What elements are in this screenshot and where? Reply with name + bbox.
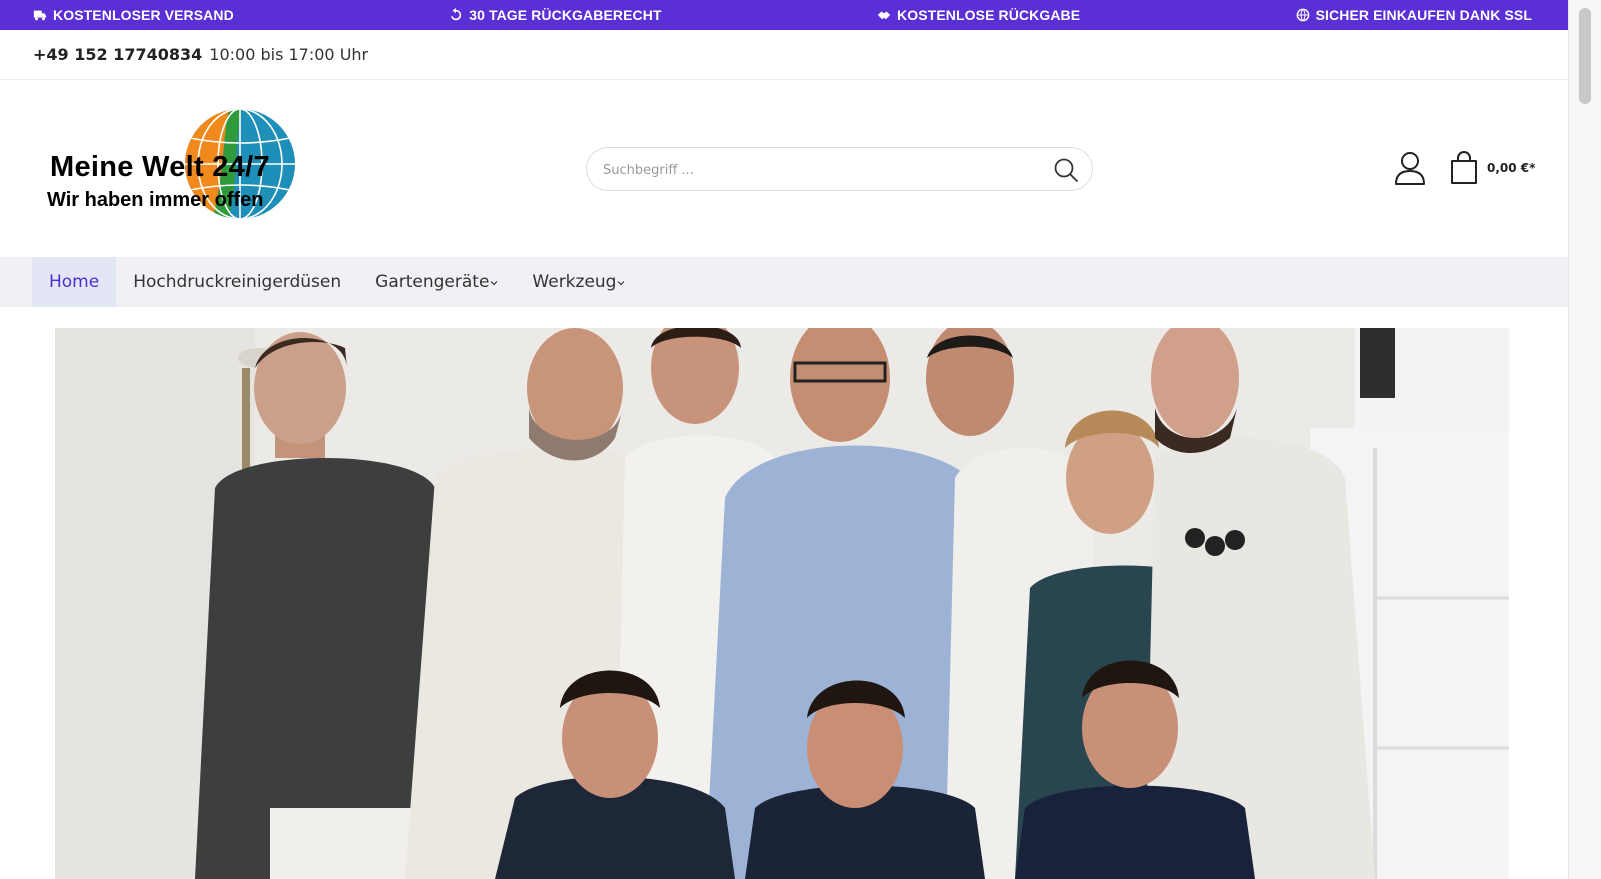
handshake-icon	[877, 11, 891, 20]
vertical-scrollbar[interactable]	[1568, 0, 1601, 879]
phone-number[interactable]: +49 152 17740834	[33, 45, 202, 64]
nav-item-label: Home	[49, 272, 100, 292]
chevron-down-icon	[618, 281, 625, 286]
logo-title: Meine Welt 24/7	[50, 151, 270, 183]
nav-item-hochdruckreinigerduesen[interactable]: Hochdruckreinigerdüsen	[116, 257, 358, 307]
undo-icon	[451, 8, 462, 21]
opening-hours: 10:00 bis 17:00 Uhr	[209, 45, 369, 64]
nav-item-label: Gartengeräte	[375, 272, 490, 292]
main-navigation: Home Hochdruckreinigerdüsen Gartengeräte…	[0, 257, 1568, 307]
logo[interactable]: Meine Welt 24/7 Wir haben immer offen	[45, 106, 305, 222]
cart-button[interactable]: 0,00 €*	[1449, 148, 1549, 188]
contact-bar: +49 152 17740834 10:00 bis 17:00 Uhr	[0, 30, 1568, 80]
nav-item-label: Hochdruckreinigerdüsen	[133, 272, 342, 292]
search-icon	[1054, 158, 1078, 182]
usp-bar: KOSTENLOSER VERSAND 30 TAGE RÜCKGABERECH…	[0, 0, 1568, 30]
nav-item-gartengeraete[interactable]: Gartengeräte	[358, 257, 515, 307]
cart-total: 0,00 €*	[1487, 161, 1536, 175]
globe-icon	[1296, 8, 1309, 22]
search-box	[586, 147, 1093, 191]
usp-label: SICHER EINKAUFEN DANK SSL	[1315, 7, 1532, 23]
hero-banner[interactable]	[55, 328, 1509, 879]
shopping-bag-icon	[1451, 151, 1477, 184]
usp-label: KOSTENLOSE RÜCKGABE	[897, 7, 1081, 23]
scrollbar-thumb[interactable]	[1579, 8, 1591, 104]
logo-subtitle: Wir haben immer offen	[47, 189, 264, 211]
account-button[interactable]	[1393, 150, 1427, 186]
team-photo	[55, 328, 1509, 879]
chevron-down-icon	[490, 281, 498, 286]
usp-item-ssl: SICHER EINKAUFEN DANK SSL	[1296, 7, 1532, 23]
header: Meine Welt 24/7 Wir haben immer offen 0,…	[0, 80, 1568, 257]
usp-label: KOSTENLOSER VERSAND	[53, 7, 234, 23]
user-icon	[1395, 152, 1425, 185]
truck-icon	[33, 10, 47, 21]
usp-item-return-right: 30 TAGE RÜCKGABERECHT	[449, 7, 662, 23]
nav-item-label: Werkzeug	[532, 272, 617, 292]
nav-item-werkzeug[interactable]: Werkzeug	[515, 257, 642, 307]
usp-item-shipping: KOSTENLOSER VERSAND	[33, 7, 234, 23]
search-input[interactable]	[603, 159, 1023, 181]
usp-label: 30 TAGE RÜCKGABERECHT	[469, 7, 662, 23]
nav-item-home[interactable]: Home	[32, 257, 117, 307]
usp-item-free-return: KOSTENLOSE RÜCKGABE	[877, 7, 1080, 23]
search-button[interactable]	[1052, 156, 1080, 184]
